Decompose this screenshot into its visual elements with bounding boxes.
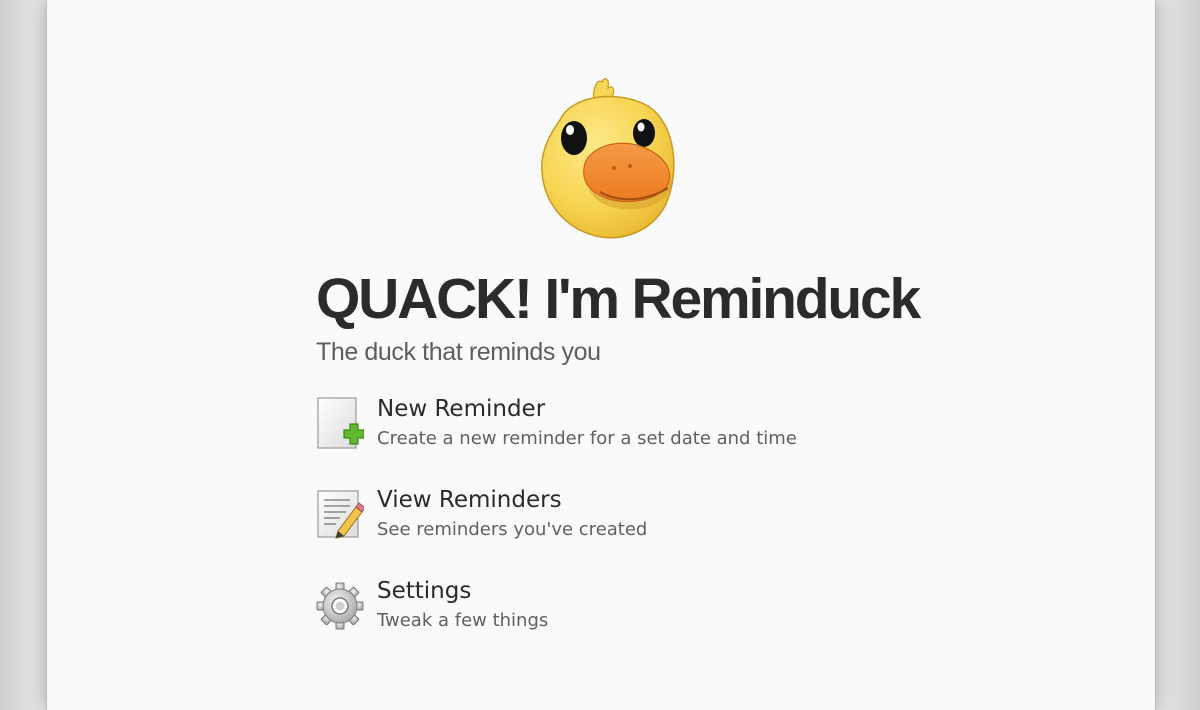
edit-document-icon [317, 490, 364, 539]
menu-item-label: Settings [377, 578, 472, 604]
menu-item-description: Create a new reminder for a set date and… [377, 428, 797, 449]
desktop-background: QUACK! I'm Reminduck The duck that remin… [0, 0, 1200, 710]
menu-item-label: View Reminders [377, 487, 562, 513]
page-subtitle: The duck that reminds you [316, 338, 601, 366]
menu-item-description: Tweak a few things [377, 610, 549, 631]
menu-item-label: New Reminder [377, 396, 546, 422]
settings-button[interactable]: Settings Tweak a few things [316, 576, 876, 640]
page-title: QUACK! I'm Reminduck [316, 267, 921, 331]
menu-item-description: See reminders you've created [377, 519, 648, 540]
new-reminder-button[interactable]: New Reminder Create a new reminder for a… [316, 394, 876, 458]
new-document-icon [317, 397, 364, 449]
duck-logo-icon [541, 78, 675, 239]
app-window: QUACK! I'm Reminduck The duck that remin… [46, 0, 1156, 710]
gear-icon [316, 582, 364, 630]
view-reminders-button[interactable]: View Reminders See reminders you've crea… [316, 485, 876, 549]
